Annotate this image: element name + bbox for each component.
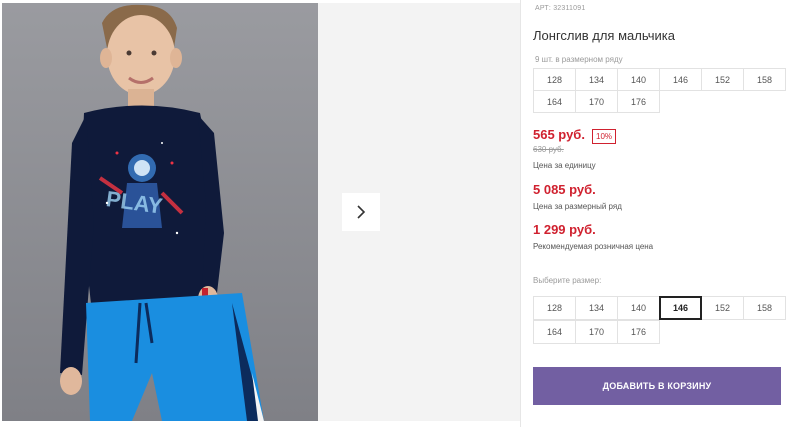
size-option-164[interactable]: 164 <box>533 320 576 344</box>
product-title: Лонгслив для мальчика <box>533 28 675 43</box>
gallery-next-button[interactable] <box>342 193 380 231</box>
pack-price-caption: Цена за размерный ряд <box>533 202 622 211</box>
retail-price-caption: Рекомендуемая розничная цена <box>533 242 654 251</box>
pack-size-cell: 158 <box>743 68 786 91</box>
add-to-cart-button[interactable]: Добавить в корзину <box>533 367 781 405</box>
discount-badge: 10% <box>592 129 617 144</box>
size-option-152[interactable]: 152 <box>701 296 744 320</box>
size-selector: 128 134 140 146 152 158 164 170 176 <box>533 296 786 344</box>
product-info-panel: АРТ: 32311091 Лонгслив для мальчика 9 шт… <box>520 0 800 427</box>
product-sku: АРТ: 32311091 <box>535 5 586 12</box>
size-option-140[interactable]: 140 <box>617 296 660 320</box>
product-photo[interactable]: PLAY <box>2 3 318 421</box>
size-option-134[interactable]: 134 <box>575 296 618 320</box>
size-option-170[interactable]: 170 <box>575 320 618 344</box>
pack-size-cell: 176 <box>617 90 660 113</box>
unit-price-caption: Цена за единицу <box>533 161 596 170</box>
chevron-right-icon <box>357 205 366 219</box>
retail-price: 1 299 руб. <box>533 222 596 237</box>
pack-size-cell: 170 <box>575 90 618 113</box>
choose-size-label: Выберите размер: <box>533 276 602 285</box>
pack-size-cell: 164 <box>533 90 576 113</box>
pack-size-cell: 134 <box>575 68 618 91</box>
pack-size-cell: 152 <box>701 68 744 91</box>
boy-photo-illustration: PLAY <box>2 3 318 421</box>
size-option-158[interactable]: 158 <box>743 296 786 320</box>
pack-size-grid: 128 134 140 146 152 158 164 170 176 <box>533 68 786 113</box>
pack-size-cell: 146 <box>659 68 702 91</box>
old-price: 630 руб. <box>533 145 564 154</box>
size-option-128[interactable]: 128 <box>533 296 576 320</box>
pack-size-cell: 140 <box>617 68 660 91</box>
size-option-146[interactable]: 146 <box>659 296 702 320</box>
pack-size-cell: 128 <box>533 68 576 91</box>
pack-price: 5 085 руб. <box>533 182 596 197</box>
unit-price: 565 руб. <box>533 127 585 142</box>
pack-count-label: 9 шт. в размерном ряду <box>535 55 623 64</box>
product-gallery: PLAY <box>0 0 520 427</box>
size-option-176[interactable]: 176 <box>617 320 660 344</box>
